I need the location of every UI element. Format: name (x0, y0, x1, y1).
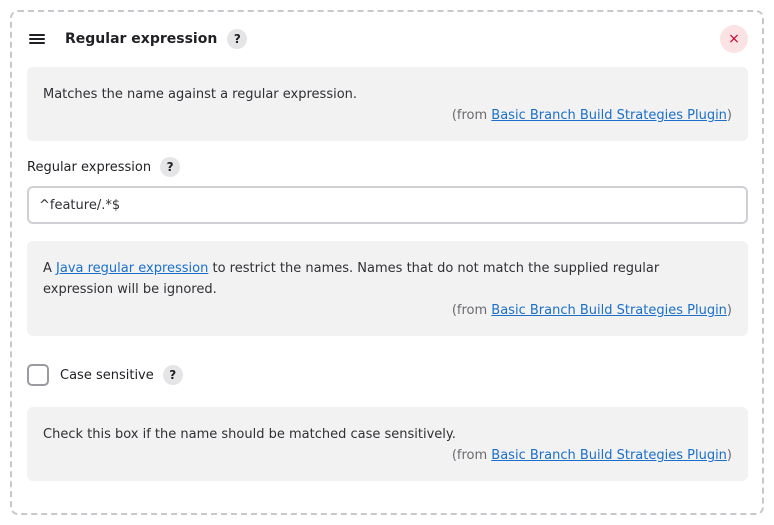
regex-help-box: A Java regular expression to restrict th… (27, 241, 748, 336)
regex-help-text: A Java regular expression to restrict th… (43, 261, 660, 297)
close-button[interactable]: × (720, 25, 748, 53)
regex-input[interactable]: ^feature/.*$ (27, 186, 748, 224)
regex-field-label-row: Regular expression ? (27, 157, 181, 177)
regex-strategy-card: Regular expression ? × Matches the name … (10, 10, 764, 515)
plugin-link[interactable]: Basic Branch Build Strategies Plugin (491, 303, 727, 318)
case-sensitive-label[interactable]: Case sensitive (60, 368, 154, 383)
case-sensitive-checkbox[interactable] (27, 364, 49, 386)
case-sensitive-row: Case sensitive ? (27, 364, 183, 386)
description-source: (from Basic Branch Build Strategies Plug… (451, 108, 732, 123)
regex-help-source: (from Basic Branch Build Strategies Plug… (451, 303, 732, 318)
case-help-box: Check this box if the name should be mat… (27, 407, 748, 481)
case-help-source: (from Basic Branch Build Strategies Plug… (451, 448, 732, 463)
case-sensitive-help-icon[interactable]: ? (162, 365, 183, 385)
java-regex-link[interactable]: Java regular expression (56, 261, 208, 276)
plugin-link[interactable]: Basic Branch Build Strategies Plugin (491, 108, 727, 123)
description-box: Matches the name against a regular expre… (27, 67, 748, 141)
regex-field-label: Regular expression (27, 159, 152, 175)
regex-help-icon[interactable]: ? (160, 157, 181, 177)
drag-handle-icon[interactable] (28, 32, 46, 46)
card-title: Regular expression (65, 31, 218, 47)
case-help-text: Check this box if the name should be mat… (43, 427, 456, 442)
card-header: Regular expression ? × (28, 25, 748, 53)
plugin-link[interactable]: Basic Branch Build Strategies Plugin (491, 448, 727, 463)
description-text: Matches the name against a regular expre… (43, 87, 358, 102)
title-help-icon[interactable]: ? (227, 29, 248, 49)
